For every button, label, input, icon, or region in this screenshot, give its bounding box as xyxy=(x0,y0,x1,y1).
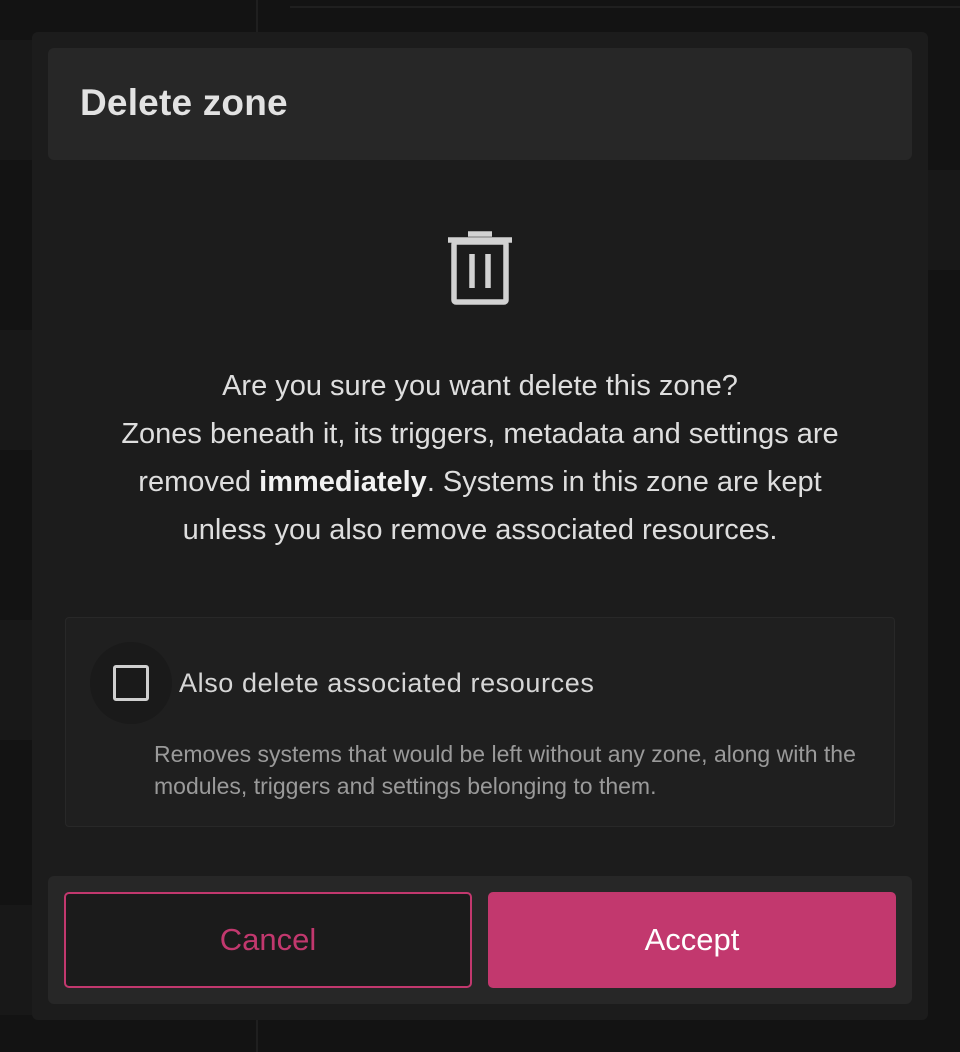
background-panel xyxy=(0,40,32,160)
message-text: . Systems in this zone are kept xyxy=(426,466,822,498)
delete-resources-option: Also delete associated resources Removes… xyxy=(65,617,895,827)
cancel-button[interactable]: Cancel xyxy=(64,892,472,988)
checkbox-label[interactable]: Also delete associated resources xyxy=(179,668,594,699)
background-panel xyxy=(928,170,960,270)
message-emphasis: immediately xyxy=(259,466,427,498)
message-line: Zones beneath it, its triggers, metadata… xyxy=(121,418,839,450)
message-line: removed immediately. Systems in this zon… xyxy=(48,458,912,506)
dialog-header: Delete zone xyxy=(48,48,912,160)
background-panel xyxy=(0,620,32,740)
delete-zone-dialog: Delete zone Are you sure you want delete… xyxy=(32,32,928,1020)
message-text: removed xyxy=(138,466,260,498)
accept-button[interactable]: Accept xyxy=(488,892,896,988)
message-line: Are you sure you want delete this zone? xyxy=(222,370,738,402)
dialog-title: Delete zone xyxy=(80,82,288,123)
message-line: unless you also remove associated resour… xyxy=(182,514,778,546)
confirmation-message: Are you sure you want delete this zone? … xyxy=(48,362,912,554)
delete-resources-checkbox[interactable] xyxy=(113,665,149,701)
checkbox-help-text: Removes systems that would be left witho… xyxy=(154,741,856,799)
background-panel xyxy=(0,905,32,1015)
background-panel xyxy=(0,330,32,450)
trash-icon xyxy=(448,231,512,305)
background-divider xyxy=(290,6,960,8)
dialog-footer: Cancel Accept xyxy=(48,876,912,1004)
